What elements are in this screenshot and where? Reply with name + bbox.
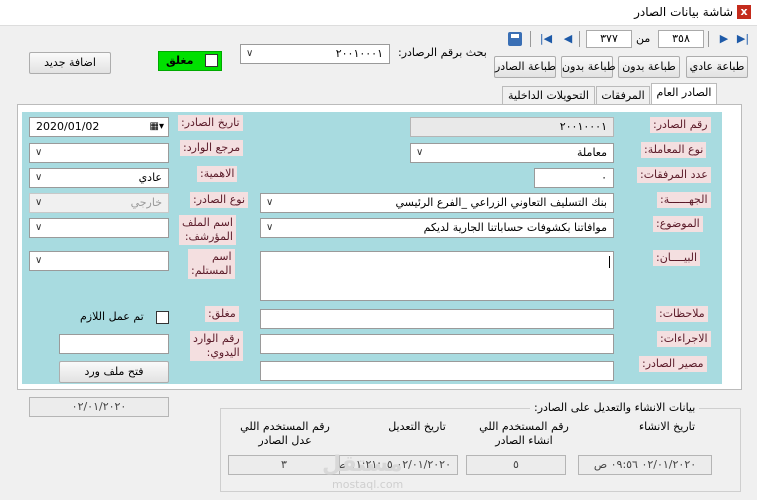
manual-incoming-field[interactable]: [59, 334, 169, 354]
subject-select[interactable]: موافاتنا بكشوفات حساباتنا الجارية لديكم ∨: [260, 218, 614, 238]
actions-field[interactable]: [260, 334, 614, 354]
creation-date-header: تاريخ الانشاء: [638, 420, 696, 433]
nav-separator: [579, 31, 580, 47]
incoming-ref-label: مرجع الوارد:: [180, 140, 244, 156]
notes-label: ملاحظات:: [656, 306, 708, 322]
outgoing-number-field: ٢٠٠١٠٠٠١: [410, 117, 614, 137]
chevron-down-icon: ∨: [35, 255, 43, 266]
nav-separator: [530, 31, 531, 47]
recipient-label: اسم المستلم:: [188, 249, 235, 279]
attachments-count-field[interactable]: ٠: [534, 168, 614, 188]
chevron-down-icon: ∨: [35, 147, 43, 158]
first-record-icon[interactable]: ▶|: [735, 31, 751, 47]
chevron-down-icon: ∨: [266, 222, 274, 233]
notes-field[interactable]: [260, 309, 614, 329]
outgoing-type-label: نوع الصادر:: [190, 192, 249, 208]
creator-user-field: ٥: [466, 455, 566, 475]
details-textarea[interactable]: [260, 251, 614, 301]
tab-general[interactable]: الصادر العام: [651, 83, 717, 105]
add-new-button[interactable]: اضافة جديد: [29, 52, 111, 74]
manual-incoming-label: رقم الوارد اليدوي:: [190, 331, 243, 361]
prev-record-icon[interactable]: ▶: [716, 31, 732, 47]
done-checkbox[interactable]: [156, 311, 169, 324]
print-secretary-button[interactable]: طباعة بدون: [561, 56, 616, 78]
entity-select[interactable]: بنك التسليف التعاوني الزراعي _الفرع الرئ…: [260, 193, 614, 213]
current-record-field[interactable]: ٣٥٨: [658, 30, 704, 48]
search-label: بحث برقم الرصادر:: [398, 46, 487, 59]
archive-file-label: اسم الملف المؤرشف:: [179, 215, 236, 245]
text-cursor: [609, 256, 610, 268]
chevron-down-icon: ∨: [416, 147, 424, 158]
watermark-domain: mostaql.com: [332, 478, 404, 491]
closed-field-label: مغلق:: [205, 306, 239, 322]
transaction-type-select[interactable]: معاملة ∨: [410, 143, 614, 163]
modifier-user-header: رقم المستخدم اللي عدل الصادر: [240, 420, 330, 447]
incoming-ref-select[interactable]: ∨: [29, 143, 169, 163]
close-icon[interactable]: x: [737, 5, 751, 19]
side-date-field: ٠٢/٠١/٢٠٢٠: [29, 397, 169, 417]
last-record-icon[interactable]: |◀: [538, 31, 554, 47]
nav-separator: [708, 31, 709, 47]
watermark-logo: مستقل: [322, 452, 403, 477]
done-label: تم عمل اللازم: [80, 310, 144, 323]
transaction-type-label: نوع المعاملة:: [641, 142, 707, 158]
save-icon[interactable]: [508, 32, 522, 46]
actions-label: الاجراءات:: [657, 331, 711, 347]
of-label: من: [636, 32, 651, 45]
date-picker[interactable]: 2020/01/02 ▦▾: [29, 117, 169, 137]
chevron-down-icon: ∨: [246, 48, 254, 59]
archive-file-select[interactable]: ∨: [29, 218, 169, 238]
print-without-button[interactable]: طباعة بدون: [618, 56, 680, 78]
tab-attachments[interactable]: المرفقات: [596, 86, 650, 106]
modified-date-header: تاريخ التعديل: [388, 420, 446, 433]
open-word-button[interactable]: فتح ملف ورد: [59, 361, 169, 383]
chevron-down-icon: ∨: [35, 222, 43, 233]
print-normal-button[interactable]: طباعة عادي: [686, 56, 748, 78]
calendar-icon[interactable]: ▦▾: [150, 118, 164, 136]
subject-label: الموضوع:: [653, 216, 703, 232]
print-outgoing-button[interactable]: طباعة الصادر: [494, 56, 556, 78]
details-label: البيــــان:: [653, 250, 701, 266]
chevron-down-icon: ∨: [35, 172, 43, 183]
importance-select[interactable]: عادي ∨: [29, 168, 169, 188]
audit-group-title: بيانات الانشاء والتعديل على الصادر:: [530, 401, 700, 414]
outgoing-type-select: خارجي ∨: [29, 193, 169, 213]
next-record-icon[interactable]: ◀: [560, 31, 576, 47]
recipient-select[interactable]: ∨: [29, 251, 169, 271]
total-records-field: ٣٧٧: [586, 30, 632, 48]
date-label: تاريخ الصادر:: [178, 115, 243, 131]
creator-user-header: رقم المستخدم اللي انشاء الصادر: [479, 420, 569, 447]
search-outgoing-select[interactable]: ٢٠٠١٠٠٠١ ∨: [240, 44, 390, 64]
outgoing-number-label: رقم الصادر:: [650, 117, 711, 133]
chevron-down-icon: ∨: [35, 197, 43, 208]
tab-internal-transfers[interactable]: التحويلات الداخلية: [502, 86, 595, 106]
closed-label: مغلق: [166, 54, 194, 67]
importance-label: الاهمية:: [197, 166, 238, 182]
fate-label: مصير الصادر:: [639, 356, 707, 372]
closed-checkbox[interactable]: [205, 54, 218, 67]
window-title: شاشة بيانات الصادر: [634, 5, 733, 19]
fate-field[interactable]: [260, 361, 614, 381]
creation-date-field: ٠٢/٠١/٢٠٢٠ ٠٩:٥٦ ص: [578, 455, 712, 475]
attachments-count-label: عدد المرفقات:: [637, 167, 711, 183]
entity-label: الجهــــــة:: [657, 192, 711, 208]
chevron-down-icon: ∨: [266, 197, 274, 208]
